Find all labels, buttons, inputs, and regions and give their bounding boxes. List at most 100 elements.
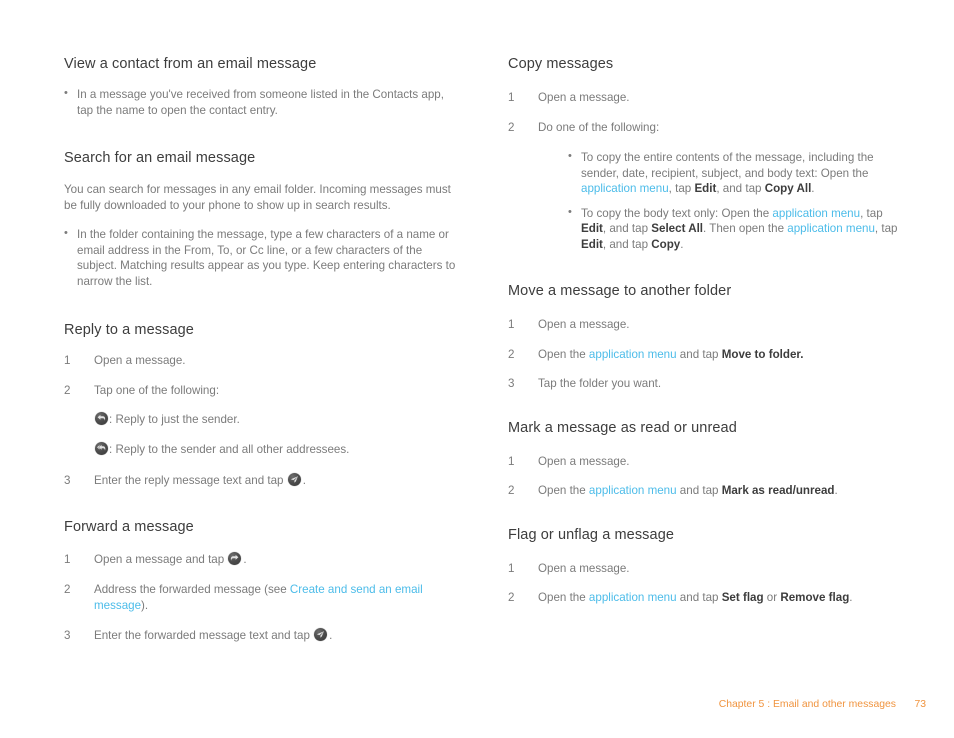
step-number: 3 bbox=[64, 629, 71, 642]
sub-bullet-text-7: . bbox=[680, 237, 684, 251]
send-icon[interactable] bbox=[314, 628, 328, 641]
ui-term-select-all: Select All bbox=[651, 222, 704, 235]
forward-icon[interactable] bbox=[228, 551, 242, 565]
reply-all-icon[interactable] bbox=[95, 441, 108, 455]
ui-term-copy: Copy bbox=[651, 237, 681, 251]
step-item: 2 Open the application menu and tap Mark… bbox=[508, 483, 900, 499]
list-item: To copy the entire contents of the messa… bbox=[568, 149, 900, 197]
step-text-before: Address the forwarded message (see bbox=[94, 583, 290, 596]
section-heading: Move a message to another folder bbox=[508, 283, 732, 299]
section-forward: Forward a message 1 Open a message and t… bbox=[64, 518, 456, 644]
ui-term-mark-as-read-unread: Mark as read/unread bbox=[721, 484, 835, 497]
step-number: 3 bbox=[64, 474, 71, 487]
step-item: 1 Open a message. bbox=[64, 353, 456, 369]
step-item: 1 Open a message. bbox=[508, 317, 900, 333]
step-list: 1 Open a message. 2 Open the application… bbox=[508, 561, 900, 606]
sub-bullet-text-1: To copy the entire contents of the messa… bbox=[581, 151, 874, 180]
link-create-send-email[interactable]: Create and send an email bbox=[290, 583, 423, 596]
list-item: To copy the body text only: Open the app… bbox=[568, 205, 900, 253]
step-text: Open a message. bbox=[538, 318, 630, 331]
section-heading: Reply to a message bbox=[64, 322, 194, 338]
section-heading: Copy messages bbox=[508, 56, 614, 72]
step-list: 1 Open a message. 2 Open the application… bbox=[508, 454, 900, 499]
ui-term-move-to-folder: Move to folder. bbox=[721, 347, 804, 361]
sub-bullet-text-4: . bbox=[811, 182, 815, 195]
section-heading: Mark a message as read or unread bbox=[508, 419, 737, 436]
step-item: 2 Tap one of the following: : Reply to j… bbox=[64, 383, 456, 458]
right-column: Copy messages 1 Open a message. 2 Do one… bbox=[508, 55, 900, 620]
step-list: 1 Open a message and tap . 2 Address the… bbox=[64, 551, 456, 644]
reply-option-line: : Reply to just the sender. bbox=[94, 412, 456, 428]
link-application-menu[interactable]: application menu bbox=[589, 484, 677, 497]
step-number: 3 bbox=[508, 377, 515, 390]
link-application-menu[interactable]: application menu bbox=[589, 348, 677, 361]
step-number: 2 bbox=[508, 591, 515, 604]
step-text-after: ). bbox=[141, 598, 149, 612]
step-text-before: Enter the reply message text and tap bbox=[94, 474, 287, 487]
step-number: 1 bbox=[64, 354, 71, 367]
link-application-menu[interactable]: application menu bbox=[787, 222, 875, 235]
step-text-1: Open the bbox=[538, 484, 589, 497]
step-text: Do one of the following: bbox=[538, 120, 660, 134]
sub-bullet-text-5: , tap bbox=[874, 222, 898, 235]
sub-bullet-text-2: , tap bbox=[860, 206, 883, 220]
step-number: 2 bbox=[64, 583, 71, 596]
ui-term-set-flag: Set flag bbox=[721, 591, 764, 604]
step-text-2: and tap bbox=[676, 591, 722, 604]
link-application-menu[interactable]: application menu bbox=[581, 182, 669, 195]
step-text-after: . bbox=[243, 552, 247, 566]
step-text-before: Open a message and tap bbox=[94, 552, 228, 566]
sub-bullet-text-2: , tap bbox=[668, 182, 695, 195]
section-move-message: Move a message to another folder 1 Open … bbox=[508, 282, 900, 392]
ui-term-edit: Edit bbox=[581, 222, 603, 235]
section-mark-read-unread: Mark a message as read or unread 1 Open … bbox=[508, 419, 900, 499]
bullet-list: In the folder containing the message, ty… bbox=[64, 226, 456, 289]
link-application-menu[interactable]: application menu bbox=[589, 591, 677, 604]
step-list: 1 Open a message. 2 Tap one of the follo… bbox=[64, 353, 456, 489]
section-heading: Flag or unflag a message bbox=[508, 526, 675, 543]
step-text-4: . bbox=[849, 591, 853, 604]
left-column: View a contact from an email message In … bbox=[64, 55, 456, 658]
footer-page-number: 73 bbox=[914, 699, 926, 710]
link-create-send-email-cont[interactable]: message bbox=[94, 599, 141, 612]
step-number: 1 bbox=[64, 552, 71, 566]
step-number: 1 bbox=[508, 561, 515, 575]
link-application-menu[interactable]: application menu bbox=[772, 207, 860, 220]
step-number: 2 bbox=[508, 484, 515, 497]
step-text: Open a message. bbox=[538, 561, 630, 575]
section-heading: Search for an email message bbox=[64, 150, 256, 166]
step-text-before: Enter the forwarded message text and tap bbox=[94, 629, 314, 642]
bullet-list: In a message you've received from someon… bbox=[64, 86, 456, 118]
step-item: 3 Tap the folder you want. bbox=[508, 376, 900, 392]
step-text-1: Open the bbox=[538, 591, 589, 604]
step-item: 1 Open a message and tap . bbox=[64, 551, 456, 568]
step-number: 2 bbox=[508, 347, 515, 361]
ui-term-copy-all: Copy All bbox=[764, 182, 812, 195]
step-item: 2 Open the application menu and tap Move… bbox=[508, 347, 900, 363]
send-icon[interactable] bbox=[287, 473, 301, 486]
section-copy-messages: Copy messages 1 Open a message. 2 Do one… bbox=[508, 55, 900, 252]
section-heading: View a contact from an email message bbox=[64, 56, 317, 72]
step-text: Open a message. bbox=[538, 454, 630, 468]
reply-icon[interactable] bbox=[95, 412, 108, 425]
step-text-after: . bbox=[302, 474, 306, 487]
step-number: 2 bbox=[508, 120, 515, 134]
step-text: Tap the folder you want. bbox=[538, 377, 662, 390]
section-view-contact: View a contact from an email message In … bbox=[64, 55, 456, 118]
step-number: 1 bbox=[508, 318, 515, 331]
page-footer: Chapter 5 : Email and other messages 73 bbox=[0, 699, 954, 715]
step-text-2: and tap bbox=[676, 484, 722, 497]
footer-chapter-label: Chapter 5 : Email and other messages bbox=[718, 699, 896, 710]
step-item: 1 Open a message. bbox=[508, 561, 900, 577]
document-page: View a contact from an email message In … bbox=[0, 0, 954, 738]
sub-bullet-text-4: . Then open the bbox=[703, 222, 788, 235]
step-text: Tap one of the following: bbox=[94, 383, 220, 397]
list-item: In the folder containing the message, ty… bbox=[64, 226, 456, 289]
sub-bullet-text-3: , and tap bbox=[716, 182, 765, 195]
step-text: Open a message. bbox=[538, 91, 630, 104]
section-intro-text: You can search for messages in any email… bbox=[64, 183, 451, 212]
step-text-1: Open the bbox=[538, 347, 589, 361]
step-item: 3 Enter the forwarded message text and t… bbox=[64, 628, 456, 644]
step-item: 2 Do one of the following: To copy the e… bbox=[508, 120, 900, 253]
step-text-3: . bbox=[834, 484, 838, 497]
